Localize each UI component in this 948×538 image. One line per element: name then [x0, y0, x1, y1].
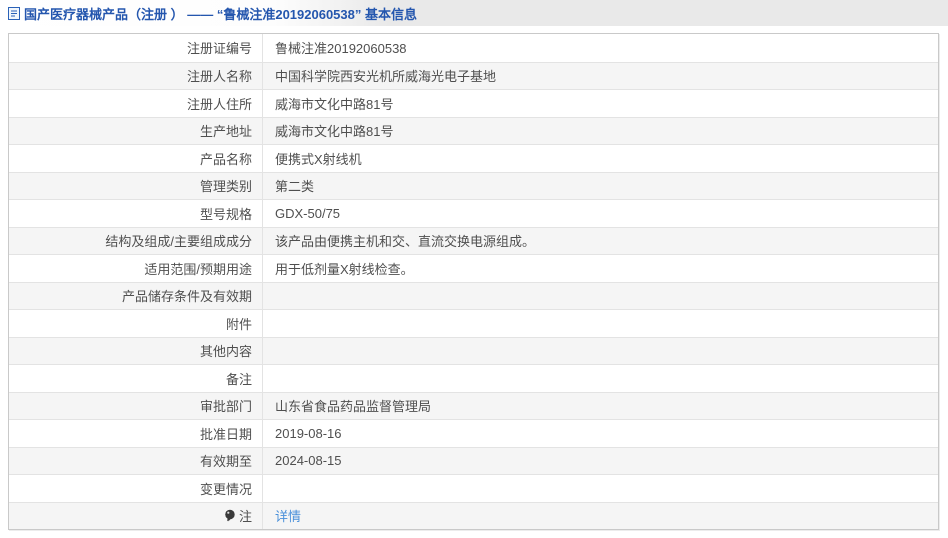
row-label: 注 — [9, 502, 263, 529]
row-label-text: 附件 — [225, 316, 252, 332]
row-value: 威海市文化中路81号 — [275, 124, 394, 140]
row-label: 审批部门 — [9, 392, 263, 419]
table-row: 结构及组成/主要组成成分 该产品由便携主机和交、直流交换电源组成。 — [9, 226, 938, 254]
table-row: 审批部门 山东省食品药品监督管理局 — [9, 391, 938, 419]
row-value — [263, 365, 938, 392]
row-label-text: 注册人住所 — [186, 96, 252, 112]
row-value: 用于低剂量X射线检查。 — [275, 261, 414, 277]
row-value: 山东省食品药品监督管理局 — [275, 399, 432, 415]
row-label: 生产地址 — [9, 117, 263, 144]
table-row: 型号规格 GDX-50/75 — [9, 199, 938, 227]
row-value — [263, 310, 938, 337]
row-value — [263, 283, 938, 310]
row-value: 中国科学院西安光机所威海光电子基地 — [275, 69, 497, 85]
table-row: 适用范围/预期用途 用于低剂量X射线检查。 — [9, 254, 938, 282]
row-label: 管理类别 — [9, 172, 263, 199]
table-row: 注册人名称 中国科学院西安光机所威海光电子基地 — [9, 61, 938, 89]
row-label-text: 产品名称 — [199, 151, 252, 167]
row-label: 结构及组成/主要组成成分 — [9, 227, 263, 254]
note-balloon-icon — [224, 509, 236, 522]
row-label: 变更情况 — [9, 475, 263, 502]
row-label: 产品储存条件及有效期 — [9, 282, 263, 309]
table-row: 备注 — [9, 364, 938, 392]
table-row: 注册证编号 鲁械注准20192060538 — [9, 34, 938, 62]
row-label-text: 注册证编号 — [186, 41, 252, 57]
row-label-text: 备注 — [225, 371, 252, 387]
row-value: 鲁械注准20192060538 — [275, 41, 407, 57]
table-row: 产品名称 便携式X射线机 — [9, 144, 938, 172]
document-icon — [8, 6, 20, 20]
table-row: 管理类别 第二类 — [9, 171, 938, 199]
table-row: 批准日期 2019-08-16 — [9, 419, 938, 447]
table-row: 变更情况 — [9, 474, 938, 502]
row-label-text: 审批部门 — [199, 399, 252, 415]
row-label-text: 其他内容 — [199, 344, 252, 360]
row-label: 其他内容 — [9, 337, 263, 364]
row-value: 2019-08-16 — [275, 425, 342, 441]
row-label-text: 变更情况 — [199, 481, 252, 497]
row-label: 适用范围/预期用途 — [9, 255, 263, 282]
table-row: 附件 — [9, 309, 938, 337]
page-header: 国产医疗器械产品（注册 ） —— “鲁械注准20192060538” 基本信息 — [0, 0, 948, 26]
row-label: 注册人住所 — [9, 90, 263, 117]
row-value: GDX-50/75 — [275, 205, 341, 221]
row-label: 附件 — [9, 310, 263, 337]
row-label: 注册人名称 — [9, 62, 263, 89]
row-label-text: 管理类别 — [199, 179, 252, 195]
row-label-text: 注 — [238, 509, 252, 525]
row-value — [263, 338, 938, 365]
row-label-text: 有效期至 — [199, 454, 252, 470]
row-label-text: 结构及组成/主要组成成分 — [105, 234, 252, 250]
row-value — [263, 475, 938, 502]
table-row: 注册人住所 威海市文化中路81号 — [9, 89, 938, 117]
row-value: 2024-08-15 — [275, 453, 342, 469]
row-value: 便携式X射线机 — [275, 151, 362, 167]
row-value: 详情 — [263, 503, 938, 530]
table-row: 有效期至 2024-08-15 — [9, 446, 938, 474]
row-label: 批准日期 — [9, 420, 263, 447]
row-label-text: 生产地址 — [199, 124, 252, 140]
row-label: 产品名称 — [9, 145, 263, 172]
row-label: 型号规格 — [9, 200, 263, 227]
page-title: 国产医疗器械产品（注册 ） —— “鲁械注准20192060538” 基本信息 — [24, 6, 417, 22]
row-label-text: 产品储存条件及有效期 — [121, 289, 252, 305]
row-label-text: 批准日期 — [199, 426, 252, 442]
table-row: 产品储存条件及有效期 — [9, 281, 938, 310]
row-value: 该产品由便携主机和交、直流交换电源组成。 — [275, 234, 536, 250]
table-row: 其他内容 — [9, 336, 938, 365]
row-value: 第二类 — [275, 179, 315, 195]
row-label: 备注 — [9, 365, 263, 392]
info-table: 注册证编号 鲁械注准20192060538 注册人名称 中国科学院西安光机所威海… — [8, 33, 939, 530]
row-label-text: 注册人名称 — [186, 69, 252, 85]
table-row: 生产地址 威海市文化中路81号 — [9, 116, 938, 144]
row-label: 有效期至 — [9, 447, 263, 474]
row-label-text: 适用范围/预期用途 — [144, 261, 252, 277]
details-link[interactable]: 详情 — [275, 506, 301, 525]
table-row: 注 详情 — [9, 501, 938, 530]
row-label-text: 型号规格 — [199, 206, 252, 222]
row-value: 威海市文化中路81号 — [275, 96, 394, 112]
row-label: 注册证编号 — [9, 34, 263, 62]
